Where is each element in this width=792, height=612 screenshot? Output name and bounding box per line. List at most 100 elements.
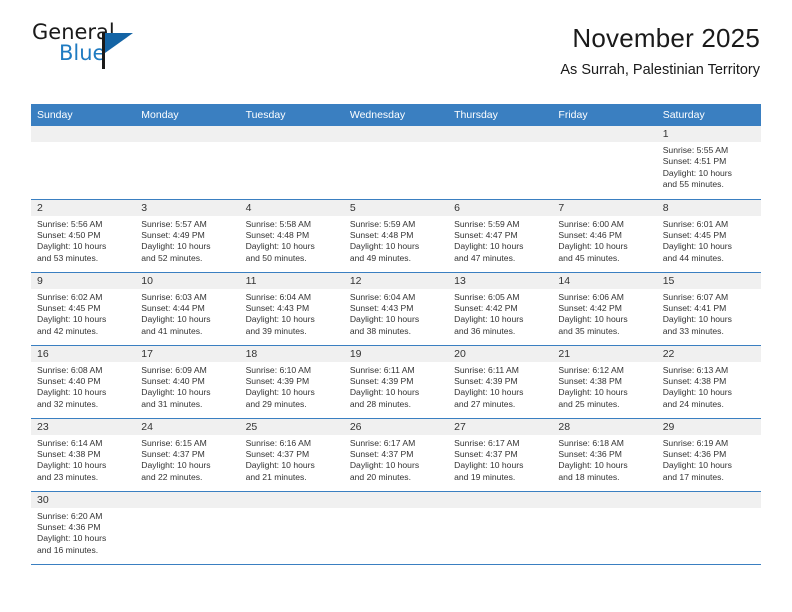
day-details: Sunrise: 6:10 AM Sunset: 4:39 PM Daylight:… [240, 362, 344, 411]
day-details: Sunrise: 6:03 AM Sunset: 4:44 PM Daylight:… [135, 289, 239, 338]
calendar-day-cell[interactable]: 27 Sunrise: 6:17 AM Sunset: 4:37 PM Dayligh… [448, 418, 553, 492]
day-number: 30 [31, 491, 136, 508]
calendar-cell-empty [239, 491, 344, 565]
calendar-day-cell[interactable]: 30 Sunrise: 6:20 AM Sunset: 4:36 PM Dayligh… [31, 491, 136, 565]
day-details: Sunrise: 6:20 AM Sunset: 4:36 PM Daylight:… [31, 508, 135, 557]
daylight-duration-line1: Daylight: 10 hours [245, 460, 315, 471]
column-header-tuesday: Tuesday [239, 104, 344, 126]
daylight-duration-line2: and 29 minutes. [245, 398, 307, 409]
calendar-day-cell[interactable]: 26 Sunrise: 6:17 AM Sunset: 4:37 PM Dayligh… [343, 418, 449, 492]
day-number: 16 [31, 345, 136, 362]
calendar-day-cell[interactable]: 17 Sunrise: 6:09 AM Sunset: 4:40 PM Dayligh… [135, 345, 240, 419]
daylight-duration-line2: and 33 minutes. [662, 325, 724, 336]
calendar-day-cell[interactable]: 8 Sunrise: 6:01 AM Sunset: 4:45 PM Daylight… [656, 199, 761, 273]
daylight-duration-line1: Daylight: 10 hours [37, 314, 107, 325]
calendar-day-cell[interactable]: 12 Sunrise: 6:04 AM Sunset: 4:43 PM Dayligh… [343, 272, 449, 346]
calendar-day-cell[interactable]: 24 Sunrise: 6:15 AM Sunset: 4:37 PM Dayligh… [135, 418, 240, 492]
daylight-duration-line2: and 23 minutes. [37, 471, 99, 482]
calendar-day-cell[interactable]: 5 Sunrise: 5:59 AM Sunset: 4:48 PM Daylight… [343, 199, 449, 273]
sunrise-time: Sunrise: 5:59 AM [454, 218, 520, 229]
sunset-time: Sunset: 4:48 PM [349, 229, 414, 240]
calendar-day-cell[interactable]: 16 Sunrise: 6:08 AM Sunset: 4:40 PM Dayligh… [31, 345, 136, 419]
calendar-day-cell[interactable]: 9 Sunrise: 6:02 AM Sunset: 4:45 PM Daylight… [31, 272, 136, 346]
calendar-day-cell[interactable]: 25 Sunrise: 6:16 AM Sunset: 4:37 PM Dayligh… [239, 418, 344, 492]
daylight-duration-line1: Daylight: 10 hours [454, 314, 524, 325]
daylight-duration-line1: Daylight: 10 hours [662, 460, 732, 471]
calendar-day-cell[interactable]: 3 Sunrise: 5:57 AM Sunset: 4:49 PM Daylight… [135, 199, 240, 273]
calendar-cell-empty [135, 126, 240, 200]
day-details: Sunrise: 6:07 AM Sunset: 4:41 PM Daylight:… [657, 289, 761, 338]
daylight-duration-line1: Daylight: 10 hours [558, 460, 628, 471]
day-number: 25 [239, 418, 344, 435]
day-number [135, 126, 240, 142]
day-number: 9 [31, 272, 136, 289]
calendar-cell-empty [656, 491, 761, 565]
calendar-week-row: 9 Sunrise: 6:02 AM Sunset: 4:45 PM Daylight… [31, 272, 761, 346]
daylight-duration-line2: and 47 minutes. [454, 252, 516, 263]
day-number [552, 491, 657, 508]
day-number: 7 [552, 199, 657, 216]
calendar-cell-empty [135, 491, 240, 565]
day-number: 28 [552, 418, 657, 435]
day-number: 15 [656, 272, 761, 289]
day-number: 10 [135, 272, 240, 289]
title-block: November 2025 As Surrah, Palestinian Ter… [560, 20, 760, 80]
day-details: Sunrise: 6:11 AM Sunset: 4:39 PM Daylight:… [448, 362, 552, 411]
sunrise-time: Sunrise: 6:17 AM [349, 437, 416, 448]
sunrise-time: Sunrise: 6:16 AM [245, 437, 312, 448]
sunrise-time: Sunrise: 6:20 AM [37, 510, 103, 521]
daylight-duration-line1: Daylight: 10 hours [245, 387, 315, 398]
sunset-time: Sunset: 4:43 PM [245, 302, 310, 313]
calendar-day-cell[interactable]: 11 Sunrise: 6:04 AM Sunset: 4:43 PM Dayligh… [239, 272, 344, 346]
general-blue-logo[interactable]: General Blue [32, 20, 152, 72]
sunrise-time: Sunrise: 6:11 AM [454, 364, 519, 375]
calendar-day-cell[interactable]: 23 Sunrise: 6:14 AM Sunset: 4:38 PM Dayligh… [31, 418, 136, 492]
day-number: 17 [135, 345, 240, 362]
daylight-duration-line1: Daylight: 10 hours [454, 387, 524, 398]
sunrise-time: Sunrise: 5:56 AM [37, 218, 103, 229]
daylight-duration-line2: and 53 minutes. [37, 252, 99, 263]
day-number [656, 491, 761, 508]
day-number [31, 126, 136, 142]
day-details: Sunrise: 6:13 AM Sunset: 4:38 PM Daylight:… [657, 362, 761, 411]
calendar-day-cell[interactable]: 10 Sunrise: 6:03 AM Sunset: 4:44 PM Dayligh… [135, 272, 240, 346]
calendar-day-cell[interactable]: 1 Sunrise: 5:55 AM Sunset: 4:51 PM Daylight… [656, 126, 761, 200]
daylight-duration-line2: and 45 minutes. [558, 252, 620, 263]
sunrise-time: Sunrise: 6:19 AM [662, 437, 729, 448]
calendar-day-cell[interactable]: 29 Sunrise: 6:19 AM Sunset: 4:36 PM Dayligh… [656, 418, 761, 492]
calendar-day-cell[interactable]: 15 Sunrise: 6:07 AM Sunset: 4:41 PM Dayligh… [656, 272, 761, 346]
calendar-day-cell[interactable]: 6 Sunrise: 5:59 AM Sunset: 4:47 PM Daylight… [448, 199, 553, 273]
calendar-day-cell[interactable]: 13 Sunrise: 6:05 AM Sunset: 4:42 PM Dayligh… [448, 272, 553, 346]
daylight-duration-line2: and 50 minutes. [245, 252, 307, 263]
day-number [552, 126, 657, 142]
daylight-duration-line1: Daylight: 10 hours [141, 241, 211, 252]
calendar-day-cell[interactable]: 4 Sunrise: 5:58 AM Sunset: 4:48 PM Daylight… [239, 199, 344, 273]
daylight-duration-line2: and 44 minutes. [662, 252, 724, 263]
calendar-day-cell[interactable]: 21 Sunrise: 6:12 AM Sunset: 4:38 PM Dayligh… [552, 345, 657, 419]
day-number: 13 [448, 272, 553, 289]
calendar-day-cell[interactable]: 7 Sunrise: 6:00 AM Sunset: 4:46 PM Daylight… [552, 199, 657, 273]
daylight-duration-line1: Daylight: 10 hours [141, 314, 211, 325]
calendar-day-cell[interactable]: 14 Sunrise: 6:06 AM Sunset: 4:42 PM Dayligh… [552, 272, 657, 346]
daylight-duration-line1: Daylight: 10 hours [37, 387, 107, 398]
day-number: 11 [239, 272, 344, 289]
day-number: 4 [239, 199, 344, 216]
sunset-time: Sunset: 4:37 PM [454, 448, 518, 459]
calendar-body: 1 Sunrise: 5:55 AM Sunset: 4:51 PM Daylight… [31, 126, 761, 565]
daylight-duration-line2: and 49 minutes. [349, 252, 411, 263]
day-details: Sunrise: 6:09 AM Sunset: 4:40 PM Daylight:… [135, 362, 239, 411]
sunrise-time: Sunrise: 6:07 AM [662, 291, 729, 302]
day-number: 19 [343, 345, 449, 362]
sunset-time: Sunset: 4:45 PM [662, 229, 727, 240]
sunrise-time: Sunrise: 6:08 AM [37, 364, 103, 375]
calendar-day-cell[interactable]: 19 Sunrise: 6:11 AM Sunset: 4:39 PM Dayligh… [343, 345, 449, 419]
calendar-day-cell[interactable]: 28 Sunrise: 6:18 AM Sunset: 4:36 PM Dayligh… [552, 418, 657, 492]
calendar-day-cell[interactable]: 20 Sunrise: 6:11 AM Sunset: 4:39 PM Dayligh… [448, 345, 553, 419]
day-number: 21 [552, 345, 657, 362]
calendar-day-cell[interactable]: 2 Sunrise: 5:56 AM Sunset: 4:50 PM Daylight… [31, 199, 136, 273]
calendar-day-cell[interactable]: 22 Sunrise: 6:13 AM Sunset: 4:38 PM Dayligh… [656, 345, 761, 419]
calendar-day-cell[interactable]: 18 Sunrise: 6:10 AM Sunset: 4:39 PM Dayligh… [239, 345, 344, 419]
daylight-duration-line2: and 36 minutes. [454, 325, 516, 336]
sunrise-time: Sunrise: 6:17 AM [454, 437, 520, 448]
day-number: 23 [31, 418, 136, 435]
